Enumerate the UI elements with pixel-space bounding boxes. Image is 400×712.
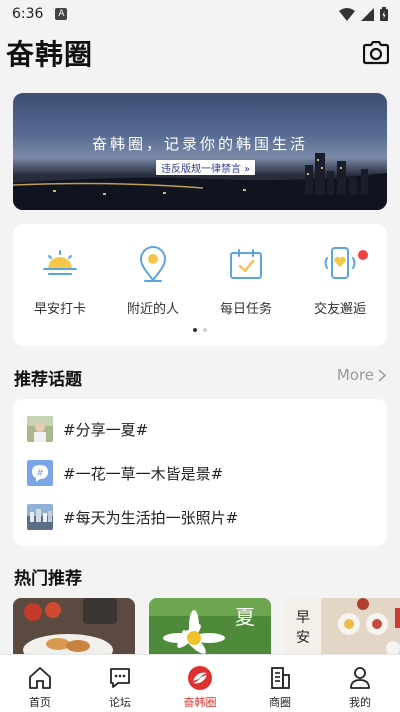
sunrise-icon: [43, 250, 77, 275]
chevron-right-icon: [378, 368, 386, 382]
signal-icon: [361, 7, 374, 21]
bottom-tab-bar: 首页 论坛 奋韩圈 商圈 我的: [0, 654, 400, 712]
topic-thumbnail: #: [27, 460, 53, 486]
quick-action-label: 早安打卡: [33, 302, 86, 317]
fenhan-logo-icon: [188, 666, 212, 690]
topic-item[interactable]: #每天为生活拍一张照片#: [27, 504, 238, 530]
hot-recommendations: 夏 早 安: [13, 598, 400, 654]
tab-shop[interactable]: 商圈: [240, 655, 320, 712]
svg-text:安: 安: [296, 630, 310, 646]
quick-action-label: 每日任务: [219, 302, 272, 317]
svg-text:早: 早: [296, 610, 310, 626]
tab-home[interactable]: 首页: [0, 655, 80, 712]
topic-thumbnail: [27, 416, 53, 442]
topic-text: #分享一夏#: [63, 420, 149, 439]
topics-section-title: 推荐话题: [14, 370, 82, 390]
daisy-photo: 夏: [149, 598, 271, 654]
page-title: 奋韩圈: [6, 38, 94, 71]
app-header: 奋韩圈: [0, 28, 400, 78]
tab-label: 我的: [349, 696, 371, 709]
banner-title: 奋韩圈，记录你的韩国生活: [91, 135, 308, 153]
quick-actions-panel: 早安打卡 附近的人 每日任务 交友邂逅: [13, 224, 387, 346]
topic-item[interactable]: # #一花一草一木皆是景#: [27, 460, 223, 486]
camera-button[interactable]: [360, 37, 392, 69]
tab-label: 论坛: [109, 696, 131, 709]
hot-card[interactable]: [13, 598, 135, 654]
status-bar: 6:36 A: [0, 0, 400, 28]
topic-text: #每天为生活拍一张照片#: [63, 508, 239, 527]
topic-item[interactable]: #分享一夏#: [27, 416, 148, 442]
profile-icon: [350, 667, 370, 689]
food-photo: [13, 598, 135, 654]
phone-heart-icon: [324, 247, 356, 279]
more-label: More: [336, 366, 374, 384]
notification-icon: A: [55, 8, 68, 20]
promo-banner[interactable]: 奋韩圈，记录你的韩国生活 违反版规一律禁言 »: [13, 93, 387, 210]
tab-label: 商圈: [269, 696, 291, 709]
status-time: 6:36: [12, 6, 44, 22]
page-dot-active: [193, 328, 197, 332]
quick-action-label: 交友邂逅: [313, 302, 366, 317]
more-topics-link[interactable]: More: [337, 366, 386, 384]
tab-label: 奋韩圈: [183, 696, 217, 709]
shop-icon: [271, 667, 290, 689]
hashtag-icon: #: [27, 460, 53, 486]
quick-action-daily-tasks[interactable]: 每日任务: [201, 244, 291, 317]
forum-icon: [110, 668, 130, 688]
tab-profile[interactable]: 我的: [320, 655, 400, 712]
location-pin-icon: [139, 246, 167, 282]
hot-card[interactable]: 早 安: [285, 598, 400, 654]
status-indicators: [339, 7, 388, 21]
tab-fenhanquan[interactable]: 奋韩圈: [160, 655, 240, 712]
topic-thumbnail: [27, 504, 53, 530]
camera-icon: [363, 41, 389, 65]
quick-action-dating[interactable]: 交友邂逅: [295, 244, 385, 317]
topic-text: #一花一草一木皆是景#: [63, 464, 224, 483]
hot-card[interactable]: 夏: [149, 598, 271, 654]
page-indicator: [13, 328, 387, 332]
quick-action-checkin[interactable]: 早安打卡: [15, 244, 105, 317]
tab-label: 首页: [29, 696, 51, 709]
svg-text:夏: 夏: [235, 605, 255, 629]
quick-action-label: 附近的人: [126, 302, 179, 317]
battery-icon: [380, 7, 388, 21]
tab-forum[interactable]: 论坛: [80, 655, 160, 712]
home-icon: [29, 667, 51, 689]
svg-text:#: #: [36, 469, 44, 479]
page-dot: [203, 328, 207, 332]
topics-list: #分享一夏# # #一花一草一木皆是景# #每天为生活拍一张照片#: [13, 399, 387, 546]
breakfast-photo: 早 安: [285, 598, 400, 654]
notification-dot: [358, 250, 368, 260]
calendar-check-icon: [230, 249, 262, 279]
hot-section-title: 热门推荐: [14, 569, 82, 589]
quick-action-nearby[interactable]: 附近的人: [108, 244, 198, 317]
wifi-icon: [339, 7, 355, 21]
banner-rules-tag[interactable]: 违反版规一律禁言 »: [156, 160, 256, 175]
